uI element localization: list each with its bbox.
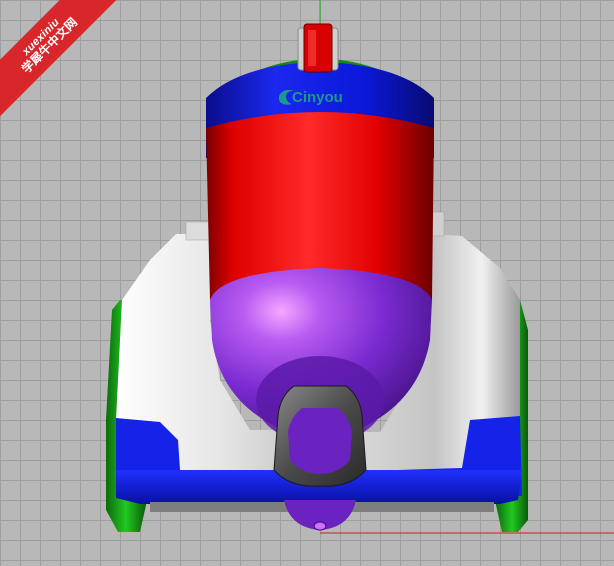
top-button-shine [308, 30, 316, 66]
nozzle-tip [313, 521, 327, 531]
brand-text: Cinyou [292, 89, 343, 106]
watermark-banner: xuexiniu 学犀牛中文网 [0, 0, 120, 120]
viewport[interactable]: Cinyou xuexiniu 学犀牛中文网 [0, 0, 614, 566]
handle-hole [288, 408, 352, 474]
watermark-ribbon: xuexiniu 学犀牛中文网 [0, 0, 120, 120]
shell-top-left-tab [185, 221, 211, 241]
